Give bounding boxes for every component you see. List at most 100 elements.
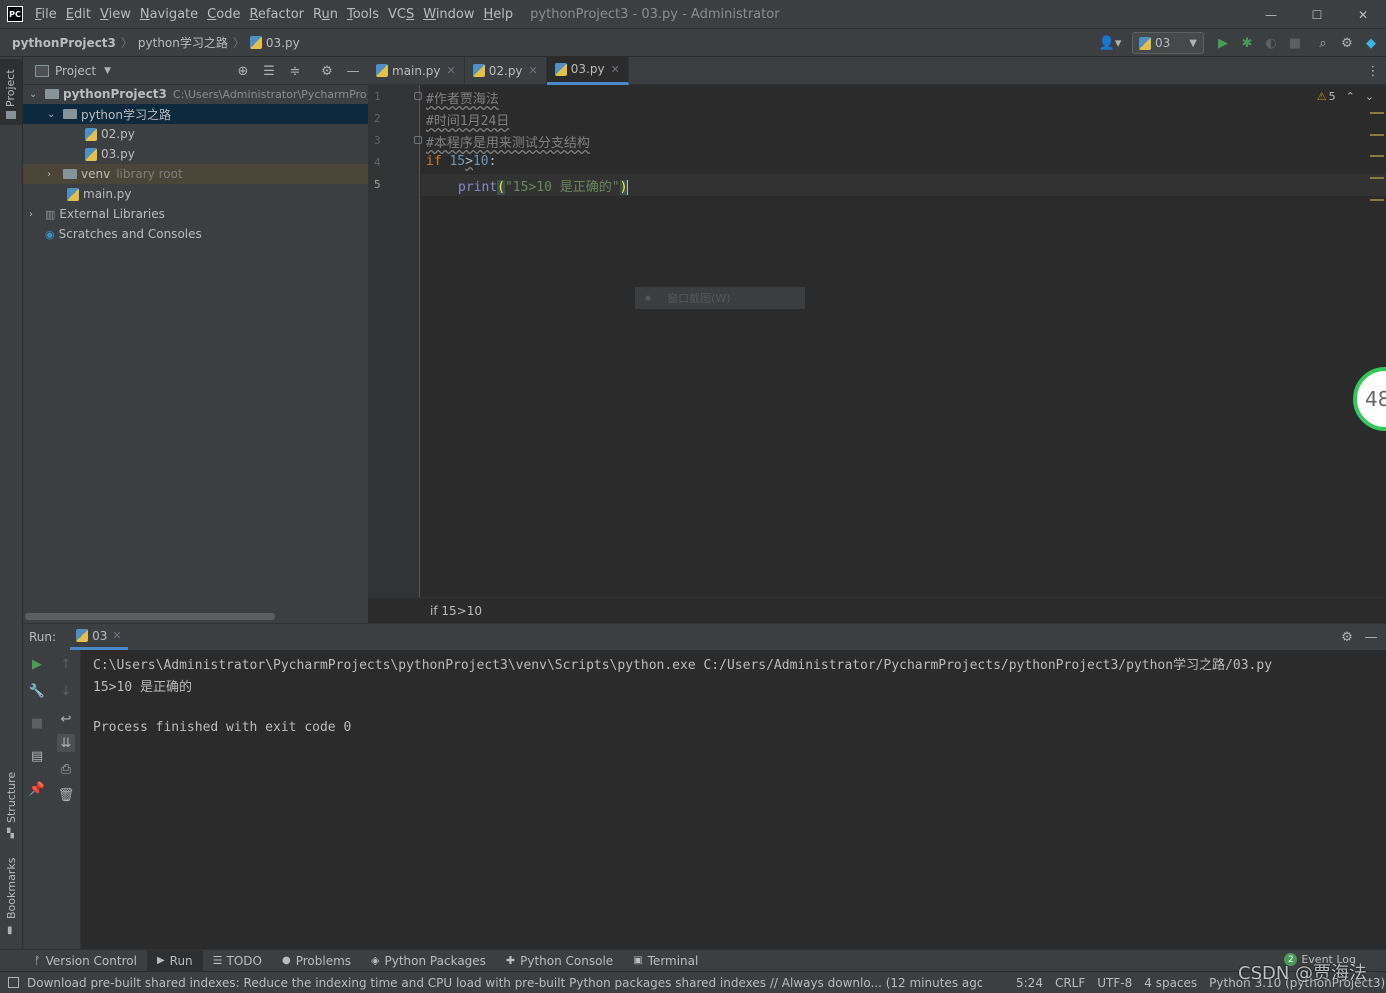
tree-row-folder-selected[interactable]: ⌄ python学习之路 xyxy=(23,104,368,124)
tab-main-py[interactable]: main.py ✕ xyxy=(368,56,465,85)
minimize-button[interactable]: — xyxy=(1248,8,1294,22)
chevron-up-icon[interactable]: ⌃ xyxy=(1346,90,1355,103)
project-view-selector[interactable]: Project xyxy=(55,64,96,78)
tool-problems[interactable]: ● Problems xyxy=(272,950,361,972)
run-tab-03[interactable]: 03 ✕ xyxy=(70,624,128,650)
scroll-to-end-icon[interactable]: ⇊ xyxy=(57,734,75,752)
trash-icon[interactable]: 🗑 xyxy=(57,786,75,804)
collapse-all-icon[interactable]: ≑ xyxy=(286,62,304,80)
file-encoding[interactable]: UTF-8 xyxy=(1097,976,1132,990)
stop-icon[interactable]: ■ xyxy=(28,714,46,732)
tree-row-file[interactable]: 03.py xyxy=(23,144,368,164)
arrow-down-icon[interactable]: ↓ xyxy=(57,682,75,700)
rerun-icon[interactable]: ▶ xyxy=(28,655,46,673)
menu-item-window[interactable]: Window xyxy=(423,7,474,22)
chevron-right-icon[interactable]: › xyxy=(29,209,45,220)
status-message[interactable]: Download pre-built shared indexes: Reduc… xyxy=(27,976,982,990)
structure-tool-button[interactable]: Structure ▚ xyxy=(0,769,22,843)
error-stripe-mark[interactable] xyxy=(1370,177,1384,179)
menu-item-navigate[interactable]: Navigate xyxy=(140,7,198,22)
pycharm-logo[interactable]: PC xyxy=(7,6,23,22)
tool-python-console[interactable]: ✚ Python Console xyxy=(496,950,623,972)
breadcrumb-file[interactable]: 03.py xyxy=(266,36,300,50)
more-tabs-icon[interactable]: ⋮ xyxy=(1364,62,1382,80)
code-breadcrumb[interactable]: if 15>10 xyxy=(430,604,482,618)
tab-03-py[interactable]: 03.py ✕ xyxy=(546,56,629,85)
error-stripe-mark[interactable] xyxy=(1370,112,1384,114)
gear-icon[interactable]: ⚙ xyxy=(318,62,336,80)
print-icon[interactable]: ⎙ xyxy=(57,760,75,778)
gear-icon[interactable]: ⚙ xyxy=(1338,628,1356,646)
run-icon[interactable]: ▶ xyxy=(1214,34,1232,52)
menu-item-tools[interactable]: Tools xyxy=(347,7,379,22)
stop-icon[interactable]: ■ xyxy=(1286,34,1304,52)
breadcrumb-project[interactable]: pythonProject3 xyxy=(12,36,116,50)
close-icon[interactable]: ✕ xyxy=(447,64,456,77)
tree-row-scratches[interactable]: ◉ Scratches and Consoles xyxy=(23,224,368,244)
menu-item-help[interactable]: Help xyxy=(484,7,514,22)
arrow-up-icon[interactable]: ↑ xyxy=(57,655,75,673)
code-line-4[interactable]: if 15>10: xyxy=(426,154,496,169)
error-stripe-mark[interactable] xyxy=(1370,134,1384,136)
indent-setting[interactable]: 4 spaces xyxy=(1144,976,1197,990)
timer-badge[interactable]: 48 xyxy=(1353,367,1386,431)
run-config-selector[interactable]: 03 ▼ xyxy=(1132,32,1204,54)
menu-item-edit[interactable]: Edit xyxy=(66,7,91,22)
search-icon[interactable]: ⌕ xyxy=(1314,34,1332,52)
menu-item-run[interactable]: Run xyxy=(313,7,338,22)
tree-row-venv[interactable]: › venv library root xyxy=(23,164,368,184)
tab-02-py[interactable]: 02.py ✕ xyxy=(465,56,547,85)
tool-python-packages[interactable]: ◈ Python Packages xyxy=(361,950,496,972)
pin-icon[interactable]: 📌 xyxy=(28,780,46,798)
locate-icon[interactable]: ⊕ xyxy=(234,62,252,80)
chevron-down-icon[interactable]: ⌄ xyxy=(1365,90,1374,103)
maximize-button[interactable]: ☐ xyxy=(1294,8,1340,22)
close-button[interactable]: ✕ xyxy=(1340,8,1386,22)
tree-row-project-root[interactable]: ⌄ pythonProject3 C:\Users\Administrator\… xyxy=(23,84,368,104)
project-tool-button[interactable]: Project xyxy=(0,59,22,125)
caret-position[interactable]: 5:24 xyxy=(1016,976,1043,990)
coverage-icon[interactable]: ◐ xyxy=(1262,34,1280,52)
user-icon[interactable]: 👤▾ xyxy=(1096,34,1124,52)
line-separator[interactable]: CRLF xyxy=(1055,976,1085,990)
tool-todo[interactable]: ☰ TODO xyxy=(203,950,272,972)
inspection-widget[interactable]: ⚠ 5 ⌃ ⌄ xyxy=(1317,90,1374,103)
chevron-down-icon[interactable]: ⌄ xyxy=(47,109,63,120)
menu-item-view[interactable]: View xyxy=(100,7,131,22)
fold-marker-icon[interactable] xyxy=(414,136,422,144)
code-line-3[interactable]: #本程序是用来测试分支结构 xyxy=(426,132,590,151)
menu-item-code[interactable]: Code xyxy=(207,7,240,22)
tool-terminal[interactable]: ▣ Terminal xyxy=(623,950,708,972)
menu-item-file[interactable]: File xyxy=(35,7,57,22)
debug-icon[interactable]: ✱ xyxy=(1238,34,1256,52)
menu-item-vcs[interactable]: VCS xyxy=(388,7,414,22)
breadcrumb-folder[interactable]: python学习之路 xyxy=(138,34,228,51)
layout-icon[interactable]: ▤ xyxy=(28,747,46,765)
chevron-down-icon[interactable]: ▼ xyxy=(104,66,111,76)
code-line-2[interactable]: #时间1月24日 xyxy=(426,110,509,129)
close-icon[interactable]: ✕ xyxy=(112,629,121,642)
soft-wrap-icon[interactable]: ↩ xyxy=(57,710,75,728)
code-line-1[interactable]: #作者贾海法 xyxy=(426,88,499,107)
tree-row-external-libraries[interactable]: › ▥ External Libraries xyxy=(23,204,368,224)
tool-version-control[interactable]: ᚠ Version Control xyxy=(24,950,147,972)
context-popup[interactable]: ● 窗口截图(W) xyxy=(635,287,805,309)
error-stripe-mark[interactable] xyxy=(1370,155,1384,157)
tool-run[interactable]: ▶ Run xyxy=(146,949,203,972)
chevron-right-icon[interactable]: › xyxy=(47,169,63,180)
close-icon[interactable]: ✕ xyxy=(611,63,620,76)
hide-icon[interactable]: — xyxy=(1362,628,1380,646)
chevron-down-icon[interactable]: ⌄ xyxy=(29,89,45,100)
menu-item-refactor[interactable]: Refactor xyxy=(249,7,304,22)
error-stripe-mark[interactable] xyxy=(1370,199,1384,201)
wrench-icon[interactable]: 🔧 xyxy=(28,682,46,700)
horizontal-scrollbar[interactable] xyxy=(25,613,275,620)
gear-icon[interactable]: ⚙ xyxy=(1338,34,1356,52)
hide-icon[interactable]: — xyxy=(344,62,362,80)
expand-all-icon[interactable]: ☰ xyxy=(260,62,278,80)
fold-marker-icon[interactable] xyxy=(414,92,422,100)
close-icon[interactable]: ✕ xyxy=(529,64,538,77)
tree-row-file[interactable]: 02.py xyxy=(23,124,368,144)
bookmarks-tool-button[interactable]: Bookmarks ▮ xyxy=(0,855,22,941)
jetbrains-toolbox-icon[interactable]: ◆ xyxy=(1362,34,1380,52)
